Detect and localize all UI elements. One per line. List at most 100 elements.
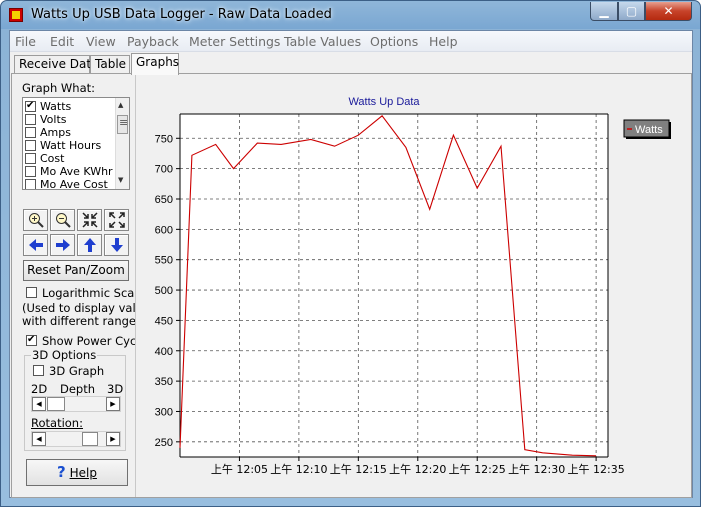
menu-options[interactable]: Options (370, 34, 418, 49)
y-tick-label: 250 (155, 437, 173, 449)
y-tick-label: 400 (155, 346, 173, 358)
rotation-thumb[interactable] (82, 432, 98, 446)
depth-3d-label: 3D (107, 382, 124, 396)
maximize-icon: ▢ (625, 4, 638, 18)
menu-edit[interactable]: Edit (50, 34, 74, 49)
graphs-tab-page: Graph What: WattsVoltsAmpsWatt HoursCost… (11, 73, 692, 498)
help-button-label: Help (69, 466, 97, 480)
minimize-icon: ▁ (599, 4, 609, 18)
depth-label: Depth (60, 382, 96, 396)
client-area: File Edit View Payback Meter Settings Ta… (9, 30, 693, 498)
depth-left-arrow-icon[interactable]: ◀ (32, 397, 46, 411)
graph-what-list[interactable]: WattsVoltsAmpsWatt HoursCostMo Ave KWhrM… (22, 97, 130, 190)
chart-title: Watts Up Data (348, 96, 420, 108)
title-bar[interactable]: Watts Up USB Data Logger - Raw Data Load… (1, 1, 700, 29)
menu-view[interactable]: View (86, 34, 116, 49)
menu-table-values[interactable]: Table Values (284, 34, 361, 49)
x-tick-label: 上午 12:15 (330, 463, 387, 476)
graph-what-checkbox[interactable] (25, 99, 36, 113)
x-tick-label: 上午 12:30 (508, 463, 565, 476)
graph-what-item-label: Volts (40, 113, 67, 126)
tab-receive-data[interactable]: Receive Data (14, 55, 98, 74)
y-tick-label: 600 (155, 224, 173, 236)
menu-bar: File Edit View Payback Meter Settings Ta… (10, 31, 692, 52)
menu-meter-settings[interactable]: Meter Settings (189, 34, 280, 49)
menu-file[interactable]: File (15, 34, 36, 49)
pan-left-button[interactable] (23, 234, 48, 256)
graph-what-item-label: Watt Hours (40, 139, 102, 152)
tab-graphs[interactable]: Graphs (131, 53, 179, 75)
graph-what-item-label: Cost (40, 152, 65, 165)
arrow-down-icon (110, 238, 123, 252)
watts-chart: Watts Up Data 250 300 350 400 450 500 550 600 650… (155, 96, 671, 476)
minimize-button[interactable]: ▁ (590, 2, 618, 21)
close-button[interactable]: ✕ (645, 2, 692, 21)
rotation-label: Rotation: (31, 416, 83, 430)
menu-help[interactable]: Help (429, 34, 458, 49)
depth-slider[interactable]: ◀ ▶ (31, 396, 121, 412)
help-icon: ? (57, 463, 66, 481)
show-power-label: Show Power Cyc. (42, 334, 140, 348)
expand-button[interactable] (104, 209, 129, 231)
arrow-left-icon (28, 239, 43, 251)
graph-what-item-label: Mo Ave Cost (40, 178, 108, 190)
graph-what-item-label: Amps (40, 126, 71, 139)
x-tick-label: 上午 12:35 (568, 463, 625, 476)
scroll-thumb[interactable] (117, 115, 128, 134)
zoom-out-icon (55, 213, 71, 228)
scroll-down-icon[interactable]: ▼ (118, 176, 123, 184)
y-tick-label: 700 (155, 164, 173, 176)
help-button[interactable]: ? Help (26, 459, 128, 486)
depth-2d-label: 2D (31, 382, 48, 396)
y-tick-label: 350 (155, 376, 173, 388)
graph-what-checkbox[interactable] (25, 127, 36, 138)
depth-right-arrow-icon[interactable]: ▶ (106, 397, 120, 411)
graph-what-checkbox[interactable] (25, 166, 36, 177)
expand-icon (108, 212, 125, 228)
graph-3d-label: 3D Graph (49, 364, 105, 378)
y-tick-label: 450 (155, 315, 173, 327)
x-tick-label: 上午 12:05 (211, 463, 268, 476)
graph-3d-checkbox[interactable] (33, 365, 44, 376)
reset-pan-zoom-button[interactable]: Reset Pan/Zoom (23, 260, 129, 281)
menu-payback[interactable]: Payback (127, 34, 179, 49)
y-tick-label: 650 (155, 194, 173, 206)
graph-what-checkbox[interactable] (25, 179, 36, 189)
rotation-slider[interactable]: ◀ ▶ (31, 431, 121, 447)
graph-what-checkbox[interactable] (25, 153, 36, 164)
arrow-right-icon (55, 239, 70, 251)
rotation-left-arrow-icon[interactable]: ◀ (32, 432, 46, 446)
x-tick-label: 上午 12:25 (449, 463, 506, 476)
y-tick-label: 300 (155, 406, 173, 418)
tab-strip: Receive Data Table Graphs (10, 53, 692, 75)
graph-what-label: Graph What: (22, 81, 96, 95)
zoom-in-button[interactable] (23, 209, 48, 231)
depth-thumb[interactable] (47, 397, 65, 411)
x-tick-label: 上午 12:20 (389, 463, 446, 476)
graph-panel[interactable]: Watts Up Data 250 300 350 400 450 500 550 600 650… (135, 74, 691, 497)
legend-label: Watts (635, 124, 663, 136)
pan-up-button[interactable] (77, 234, 102, 256)
rotation-right-arrow-icon[interactable]: ▶ (106, 432, 120, 446)
log-scales-note-2: with different ranges.) (22, 314, 151, 328)
shrink-button[interactable] (77, 209, 102, 231)
show-power-checkbox[interactable] (26, 333, 37, 347)
scroll-up-icon[interactable]: ▲ (118, 101, 123, 109)
tab-table[interactable]: Table (90, 55, 130, 74)
maximize-button[interactable]: ▢ (618, 2, 645, 21)
log-scales-checkbox[interactable] (26, 287, 37, 298)
pan-right-button[interactable] (50, 234, 75, 256)
list-scrollbar[interactable]: ▲ ▼ (115, 98, 129, 189)
zoom-in-icon (28, 213, 44, 228)
close-icon: ✕ (663, 4, 674, 18)
plot-area (180, 114, 608, 457)
arrow-up-icon (83, 238, 96, 252)
window-title: Watts Up USB Data Logger - Raw Data Load… (31, 7, 332, 22)
graph-what-checkbox[interactable] (25, 114, 36, 125)
app-window: Watts Up USB Data Logger - Raw Data Load… (0, 0, 701, 507)
graph-what-item-label: Watts (40, 100, 72, 113)
graph-what-checkbox[interactable] (25, 140, 36, 151)
zoom-out-button[interactable] (50, 209, 75, 231)
shrink-icon (81, 212, 98, 228)
pan-down-button[interactable] (104, 234, 129, 256)
